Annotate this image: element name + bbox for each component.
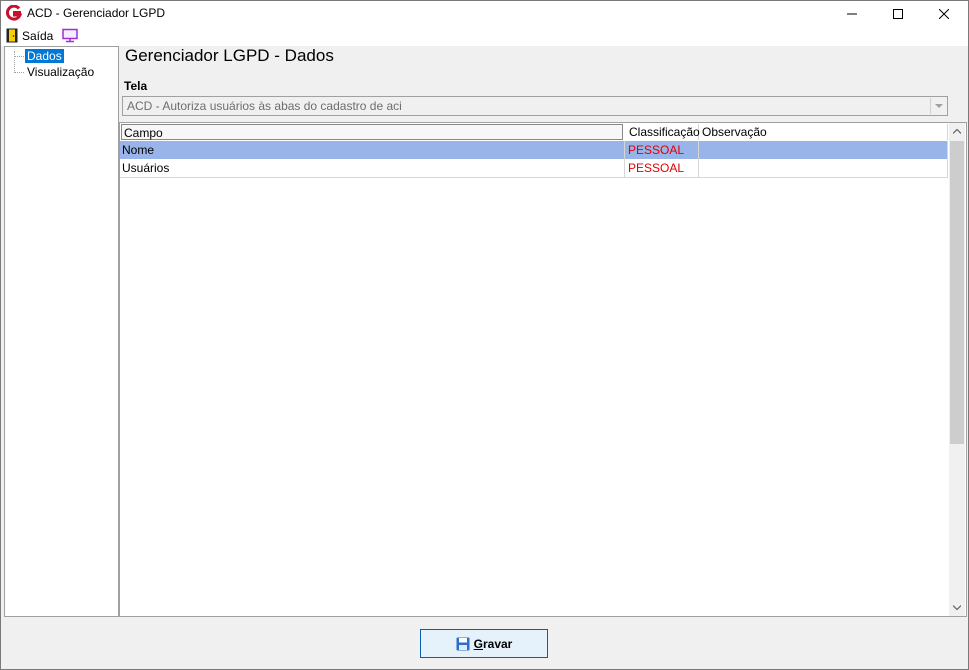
app-logo-icon <box>6 5 22 21</box>
cell-campo[interactable]: Usuários <box>120 159 625 177</box>
cell-classificacao[interactable]: PESSOAL <box>625 159 699 177</box>
tree-item-dados[interactable]: Dados <box>24 48 65 64</box>
save-button[interactable]: Gravar <box>420 629 548 658</box>
tree-connector <box>14 72 24 73</box>
fields-grid: Campo Classificação Observação Nome PESS… <box>119 122 967 617</box>
tela-select-value: ACD - Autoriza usuários às abas do cadas… <box>127 99 402 113</box>
chevron-down-icon <box>953 605 961 610</box>
cell-classificacao[interactable]: PESSOAL <box>625 141 699 159</box>
cell-observacao[interactable] <box>699 141 948 159</box>
column-header-campo[interactable]: Campo <box>121 124 623 140</box>
scroll-down-button[interactable] <box>949 599 965 616</box>
minimize-icon <box>847 13 857 14</box>
tree-item-visualizacao[interactable]: Visualização <box>25 65 96 79</box>
navigation-tree: Dados Visualização <box>4 46 119 617</box>
table-row[interactable]: Usuários PESSOAL <box>120 159 948 178</box>
exit-label[interactable]: Saída <box>22 29 53 43</box>
title-bar: ACD - Gerenciador LGPD <box>1 1 968 26</box>
window-title: ACD - Gerenciador LGPD <box>27 6 166 20</box>
scroll-up-button[interactable] <box>949 123 965 140</box>
close-icon <box>939 8 949 19</box>
chevron-up-icon <box>953 129 961 134</box>
cell-observacao[interactable] <box>699 159 948 177</box>
monitor-icon[interactable] <box>61 28 79 43</box>
minimize-button[interactable] <box>829 1 875 26</box>
toolbar: Saída <box>1 26 968 46</box>
cell-campo[interactable]: Nome <box>120 141 625 159</box>
tela-select[interactable]: ACD - Autoriza usuários às abas do cadas… <box>122 96 948 116</box>
maximize-button[interactable] <box>875 1 921 26</box>
vertical-scrollbar[interactable] <box>949 123 965 616</box>
table-row[interactable]: Nome PESSOAL <box>120 141 948 160</box>
maximize-icon <box>893 8 903 19</box>
tela-label: Tela <box>124 79 148 93</box>
exit-door-icon[interactable] <box>6 28 18 43</box>
tree-connector <box>14 56 24 57</box>
scroll-thumb[interactable] <box>950 141 964 444</box>
column-header-classificacao[interactable]: Classificação <box>627 124 700 140</box>
tree-connector <box>14 51 15 73</box>
main-window: ACD - Gerenciador LGPD Saída Dados Visua… <box>0 0 969 670</box>
column-header-observacao[interactable]: Observação <box>700 124 948 140</box>
page-title: Gerenciador LGPD - Dados <box>125 46 334 65</box>
floppy-disk-icon <box>456 637 470 650</box>
save-button-label: Gravar <box>473 636 513 651</box>
chevron-down-icon <box>934 103 943 108</box>
tela-select-dropdown[interactable] <box>930 98 946 114</box>
close-button[interactable] <box>921 1 967 26</box>
